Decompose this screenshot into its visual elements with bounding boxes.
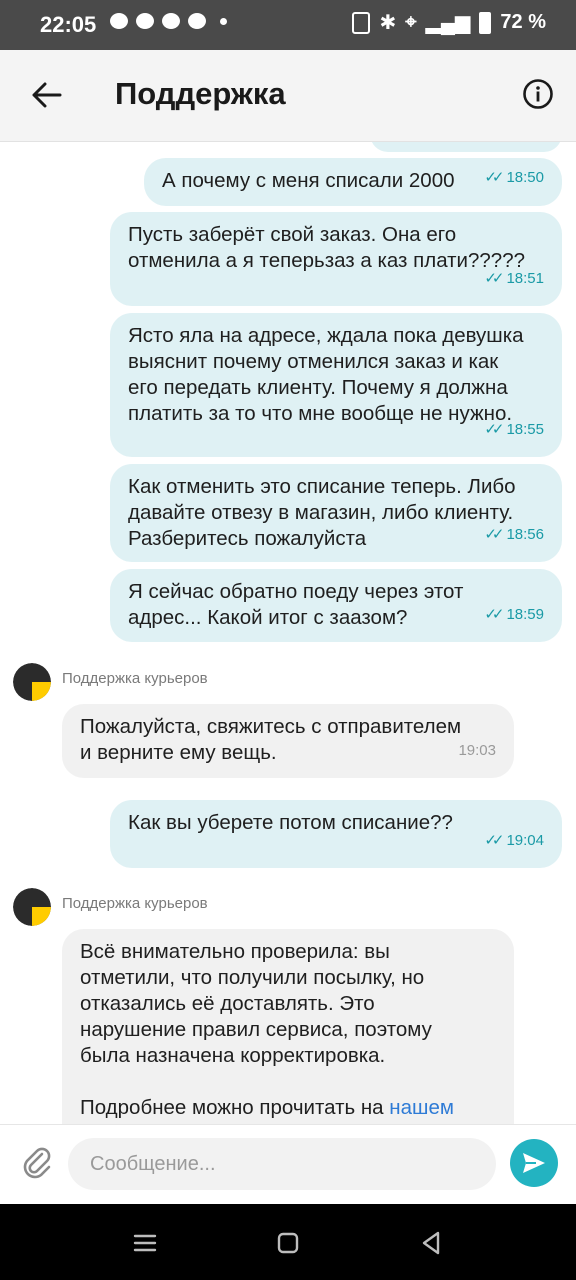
- info-button[interactable]: [522, 78, 554, 110]
- send-icon: [523, 1153, 545, 1173]
- send-button[interactable]: [510, 1139, 558, 1187]
- message-text: Всё внимательно проверила: вы отметили, …: [80, 940, 432, 1067]
- read-ticks-icon: ✓✓: [484, 606, 504, 623]
- home-button[interactable]: [273, 1228, 303, 1258]
- chat-header: Поддержка: [0, 50, 576, 142]
- recent-apps-button[interactable]: [130, 1228, 160, 1258]
- compose-bar: [0, 1124, 576, 1204]
- message-time: 19:04: [506, 832, 544, 849]
- support-avatar: [13, 663, 51, 701]
- read-ticks-icon: ✓✓: [484, 270, 504, 287]
- status-bar: 22:05 ✱ ⌖ ▂▄▆ 72 %: [0, 0, 576, 50]
- message-time: 18:50: [506, 169, 544, 186]
- message-time: 19:03: [458, 742, 496, 759]
- message-meta: ✓✓ 18:55: [484, 417, 544, 443]
- support-avatar: [13, 888, 51, 926]
- message-meta: ✓✓ 18:50: [484, 165, 544, 191]
- message-meta: ✓✓ 18:56: [484, 522, 544, 548]
- message-meta: ✓✓ 19:04: [484, 828, 544, 854]
- outgoing-message[interactable]: Как вы уберете потом списание?? ✓✓ 19:04: [110, 800, 562, 868]
- courier-logo-icon: [13, 663, 51, 701]
- page-title: Поддержка: [115, 76, 286, 111]
- message-meta: ✓✓ 18:59: [484, 602, 544, 628]
- message-text: А почему с меня списали 2000: [162, 169, 455, 192]
- message-text: Как отменить это списание теперь. Либо д…: [128, 475, 516, 550]
- outgoing-message[interactable]: Ясто яла на адресе, ждала пока девушка в…: [110, 313, 562, 457]
- incoming-message[interactable]: Пожалуйста, свяжитесь с отправителем и в…: [62, 704, 514, 778]
- read-ticks-icon: ✓✓: [484, 832, 504, 849]
- outgoing-message[interactable]: Пусть заберёт свой заказ. Она его отмени…: [110, 212, 562, 306]
- more-notifications-icon: [220, 17, 227, 25]
- status-time: 22:05: [40, 12, 97, 37]
- paperclip-icon: [23, 1147, 51, 1179]
- message-text: Пусть заберёт свой заказ. Она его отмени…: [128, 223, 526, 272]
- home-square-icon: [277, 1232, 299, 1254]
- location-icon: ⌖: [405, 11, 417, 33]
- incoming-message[interactable]: Всё внимательно проверила: вы отметили, …: [62, 929, 514, 1124]
- back-button[interactable]: [24, 72, 70, 118]
- outgoing-message[interactable]: Как отменить это списание теперь. Либо д…: [110, 464, 562, 562]
- nav-back-button[interactable]: [416, 1228, 446, 1258]
- battery-level: 72 %: [500, 11, 546, 33]
- message-text-continued: Подробнее можно прочитать на: [80, 1096, 390, 1119]
- bluetooth-icon: ✱: [379, 12, 397, 34]
- system-navigation-bar: [0, 1204, 576, 1280]
- message-time: 18:55: [506, 421, 544, 438]
- missed-call-icon: [188, 13, 206, 29]
- sender-name: Поддержка курьеров: [62, 670, 208, 687]
- sender-name: Поддержка курьеров: [62, 895, 208, 912]
- vibrate-icon: [352, 11, 371, 34]
- arrow-left-icon: [32, 82, 62, 108]
- attach-button[interactable]: [20, 1145, 56, 1181]
- message-text-more: Подробнее можно прочитать на нашем: [80, 1095, 496, 1121]
- read-ticks-icon: ✓✓: [484, 169, 504, 186]
- menu-lines-icon: [133, 1234, 157, 1252]
- message-list[interactable]: А почему с меня списали 2000 ✓✓ 18:50 Пус…: [0, 142, 576, 1124]
- read-ticks-icon: ✓✓: [484, 421, 504, 438]
- chat-icon: [136, 13, 154, 29]
- message-icon: [110, 13, 128, 29]
- notification-icons: [110, 13, 227, 29]
- signal-icon: ▂▄▆: [425, 12, 471, 34]
- outgoing-message[interactable]: Я сейчас обратно поеду через этот адрес.…: [110, 569, 562, 642]
- read-ticks-icon: ✓✓: [484, 526, 504, 543]
- message-text: Ясто яла на адресе, ждала пока девушка в…: [128, 324, 524, 425]
- message-input[interactable]: [68, 1138, 496, 1190]
- system-icons: ✱ ⌖ ▂▄▆ 72 %: [352, 10, 546, 35]
- courier-logo-icon: [13, 888, 51, 926]
- battery-icon: [479, 11, 492, 34]
- info-icon: [523, 79, 553, 109]
- message-text: Пожалуйста, свяжитесь с отправителем и в…: [80, 715, 462, 764]
- outgoing-message[interactable]: А почему с меня списали 2000 ✓✓ 18:50: [144, 158, 562, 206]
- message-time: 18:56: [506, 526, 544, 543]
- message-time: 18:59: [506, 606, 544, 623]
- message-text: Я сейчас обратно поеду через этот адрес.…: [128, 580, 464, 629]
- message-meta: ✓✓ 18:51: [484, 266, 544, 292]
- whatsapp-icon: [162, 13, 180, 29]
- message-time: 18:51: [506, 270, 544, 287]
- message-bubble-partial: [370, 142, 562, 152]
- message-link[interactable]: нашем: [389, 1096, 454, 1119]
- message-text: Как вы уберете потом списание??: [128, 811, 453, 834]
- triangle-back-icon: [422, 1231, 440, 1255]
